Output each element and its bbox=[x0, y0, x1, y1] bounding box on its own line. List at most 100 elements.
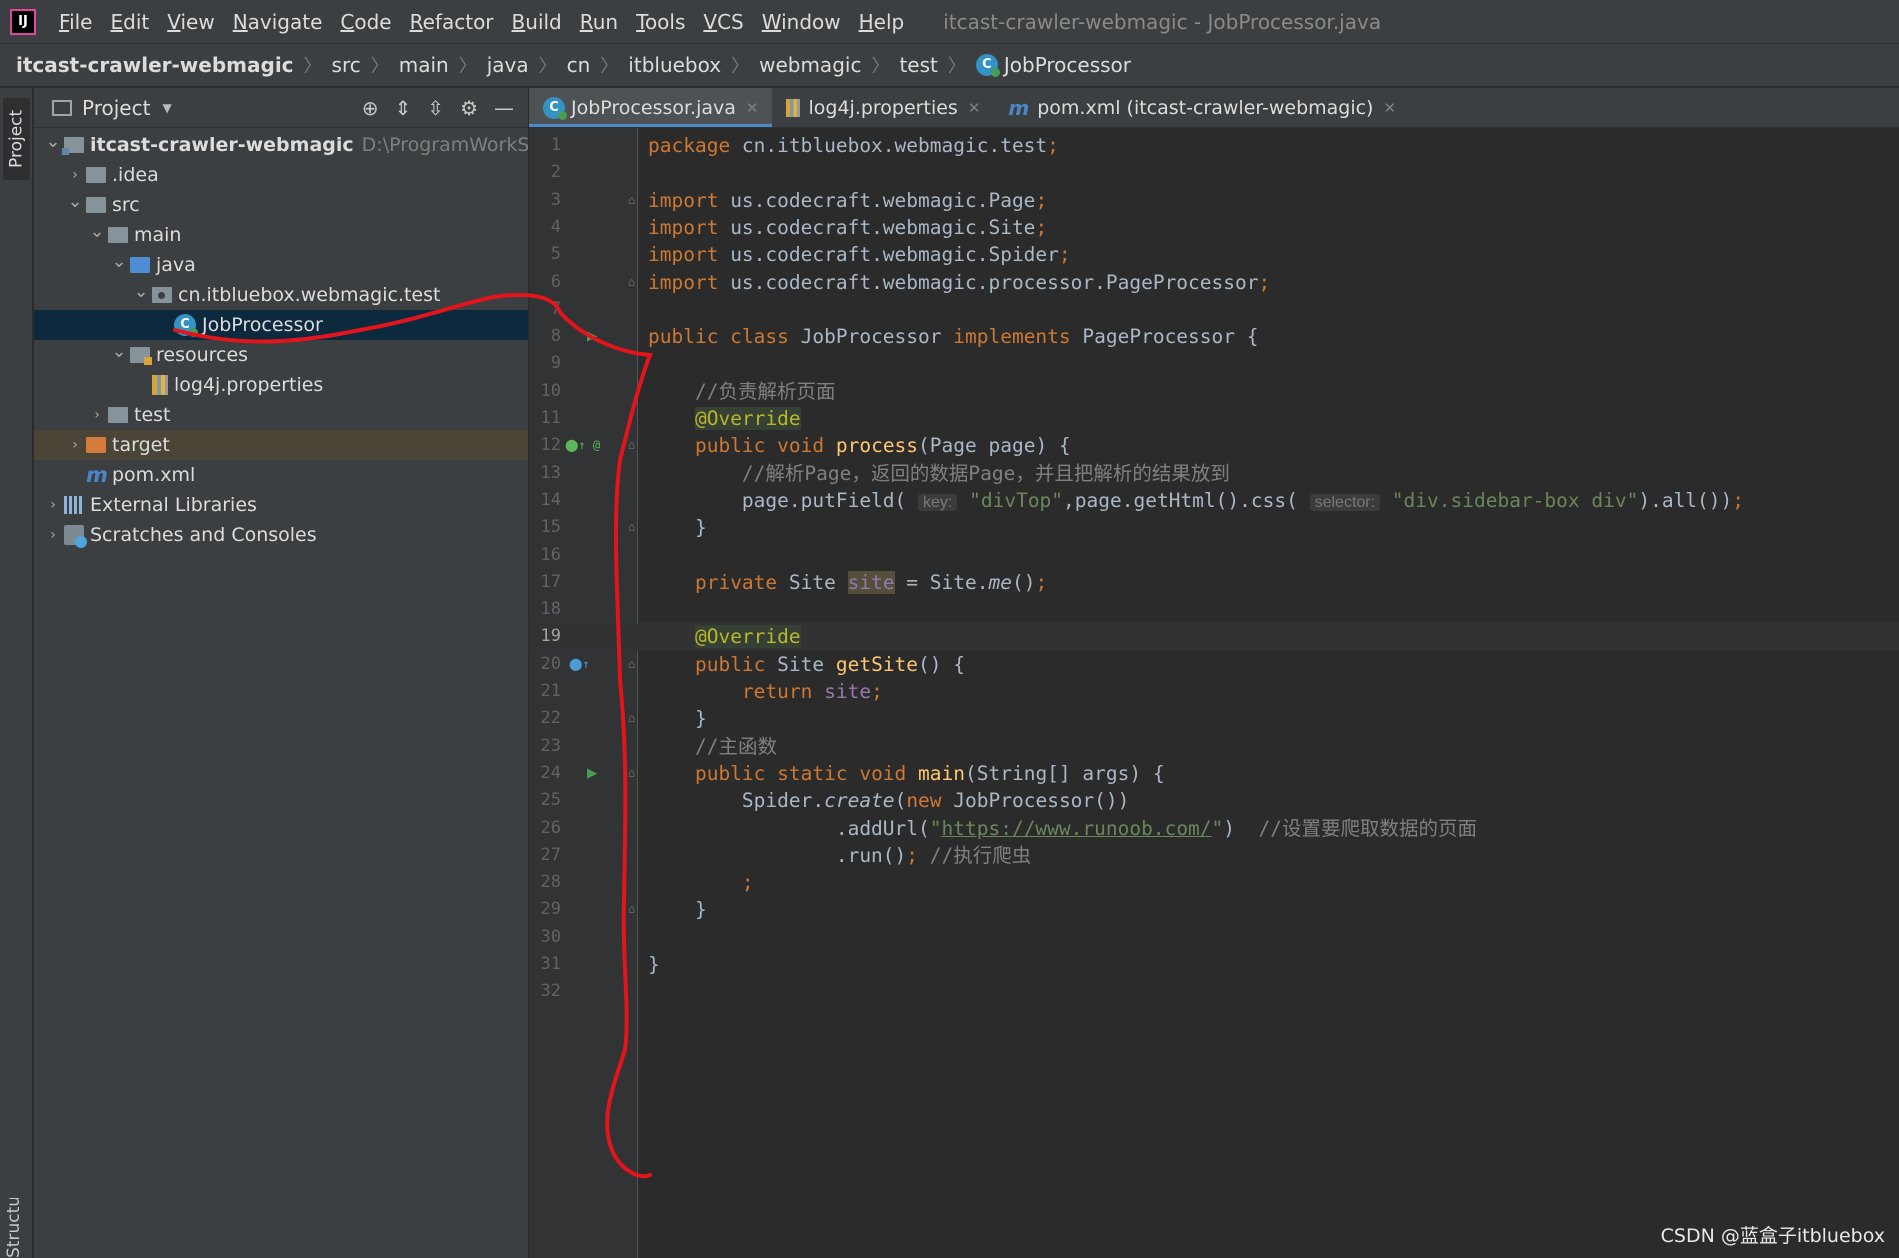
breadcrumb-item[interactable]: webmagic bbox=[759, 53, 861, 77]
structure-tool-button[interactable]: Structure bbox=[4, 1198, 24, 1258]
breadcrumb-item[interactable]: C JobProcessor bbox=[975, 53, 1131, 77]
code-text: @Override bbox=[648, 405, 801, 432]
chevron-right-icon: 〉 bbox=[947, 56, 966, 77]
chevron-down-icon[interactable]: ⌄ bbox=[108, 251, 130, 272]
code-token: (String[] args) { bbox=[965, 761, 1165, 785]
chevron-right-icon[interactable]: › bbox=[86, 407, 108, 423]
menu-item-tools[interactable]: Tools bbox=[627, 10, 694, 34]
chevron-right-icon[interactable]: › bbox=[42, 497, 64, 513]
line-number: 7 bbox=[550, 298, 561, 319]
gear-icon[interactable]: ⚙ bbox=[460, 96, 478, 120]
chevron-down-icon[interactable]: ▼ bbox=[162, 101, 171, 115]
code-token: create bbox=[824, 789, 895, 813]
menu-item-code[interactable]: Code bbox=[331, 10, 400, 34]
code-token: process bbox=[835, 434, 919, 458]
tab-pom.xml[interactable]: m pom.xml (itcast-crawler-webmagic) ✕ bbox=[994, 88, 1410, 127]
chevron-down-icon[interactable]: ⌄ bbox=[42, 131, 64, 152]
fold-icon[interactable]: ⌂ bbox=[628, 514, 635, 541]
line-number: 22 bbox=[540, 708, 561, 729]
breadcrumb-item[interactable]: main bbox=[399, 53, 449, 77]
line-number: 12 bbox=[540, 435, 561, 456]
code-token: public void bbox=[694, 434, 836, 458]
fold-icon[interactable]: ⌂ bbox=[628, 760, 635, 787]
tree-node[interactable]: › test bbox=[34, 400, 528, 430]
breadcrumb-item[interactable]: itbluebox bbox=[628, 53, 721, 77]
code-token: } bbox=[648, 898, 707, 922]
menu-item-help[interactable]: Help bbox=[850, 10, 914, 34]
chevron-down-icon[interactable]: ⌄ bbox=[64, 191, 86, 212]
tree-node[interactable]: ⌄ resources bbox=[34, 340, 528, 370]
code-editor[interactable]: 1 package cn.itbluebox.webmagic.test; 2 3 ⌂ i… bbox=[529, 128, 1899, 1258]
tree-node-label: src bbox=[112, 194, 140, 216]
close-icon[interactable]: ✕ bbox=[746, 99, 759, 117]
collapse-all-icon[interactable]: ⇳ bbox=[427, 96, 444, 120]
code-token: Site bbox=[788, 570, 848, 594]
tree-node[interactable]: ⌄ cn.itbluebox.webmagic.test bbox=[34, 280, 528, 310]
run-gutter-icon[interactable]: ▶ bbox=[587, 760, 597, 787]
tree-node[interactable]: ›CJobProcessor bbox=[34, 310, 528, 340]
tree-node[interactable]: ›mpom.xml bbox=[34, 460, 528, 490]
menu-item-refactor[interactable]: Refactor bbox=[401, 10, 503, 34]
run-gutter-icon[interactable]: ▶ bbox=[587, 323, 597, 350]
tree-node[interactable]: › .idea bbox=[34, 160, 528, 190]
left-tool-stripe bbox=[0, 88, 33, 1258]
tab-log4j.properties[interactable]: log4j.properties ✕ bbox=[772, 88, 994, 127]
chevron-right-icon[interactable]: › bbox=[64, 167, 86, 183]
tree-node[interactable]: ⌄ java bbox=[34, 250, 528, 280]
breadcrumb-item[interactable]: cn bbox=[567, 53, 591, 77]
project-tool-button[interactable]: Project bbox=[3, 98, 30, 180]
tree-node[interactable]: ›log4j.properties bbox=[34, 370, 528, 400]
breadcrumb-label: java bbox=[486, 53, 529, 77]
tab-jobprocessor.java[interactable]: C JobProcessor.java ✕ bbox=[529, 88, 773, 127]
breadcrumb-item[interactable]: itcast-crawler-webmagic bbox=[16, 53, 294, 77]
menu-item-window[interactable]: Window bbox=[753, 10, 850, 34]
breadcrumb-item[interactable]: src bbox=[332, 53, 361, 77]
fold-icon[interactable]: ⌂ bbox=[628, 269, 635, 296]
close-icon[interactable]: ✕ bbox=[1383, 99, 1396, 117]
code-text: ; bbox=[648, 869, 754, 896]
code-token: "div.sidebar-box div" bbox=[1380, 488, 1639, 512]
breadcrumb-label: src bbox=[331, 53, 361, 77]
fold-icon[interactable]: ⌂ bbox=[628, 651, 635, 678]
close-icon[interactable]: ✕ bbox=[968, 99, 981, 117]
line-number: 25 bbox=[540, 790, 561, 811]
menu-item-file[interactable]: File bbox=[50, 10, 101, 34]
code-text: .addUrl("https://www.runoob.com/") //设置要… bbox=[648, 815, 1477, 842]
line-number: 20 bbox=[540, 653, 561, 674]
override-gutter-icon[interactable]: ⬤↑ @ bbox=[565, 432, 600, 459]
menu-item-run[interactable]: Run bbox=[571, 10, 627, 34]
chevron-right-icon[interactable]: › bbox=[42, 527, 64, 543]
expand-all-icon[interactable]: ⇕ bbox=[395, 96, 412, 120]
tree-node[interactable]: › target bbox=[34, 430, 528, 460]
menu-item-view[interactable]: View bbox=[158, 10, 223, 34]
menu-item-edit[interactable]: Edit bbox=[101, 10, 158, 34]
code-text: } bbox=[648, 705, 707, 732]
hide-icon[interactable]: — bbox=[494, 96, 514, 120]
tree-node[interactable]: ⌄ src bbox=[34, 190, 528, 220]
fold-icon[interactable]: ⌂ bbox=[628, 187, 635, 214]
code-line: 20 ⬤↑ ⌂ public Site getSite() { bbox=[529, 651, 1899, 678]
code-token: new bbox=[906, 789, 954, 813]
locate-icon[interactable]: ⊕ bbox=[362, 96, 379, 120]
implements-gutter-icon[interactable]: ⬤↑ bbox=[569, 651, 590, 678]
fold-icon[interactable]: ⌂ bbox=[628, 896, 635, 923]
chevron-down-icon[interactable]: ⌄ bbox=[108, 341, 130, 362]
tree-node[interactable]: ⌄ main bbox=[34, 220, 528, 250]
project-panel-title[interactable]: Project bbox=[82, 96, 150, 120]
chevron-down-icon[interactable]: ⌄ bbox=[86, 221, 108, 242]
breadcrumb-item[interactable]: java bbox=[487, 53, 529, 77]
menu-item-build[interactable]: Build bbox=[503, 10, 571, 34]
menu-item-vcs[interactable]: VCS bbox=[694, 10, 752, 34]
fold-icon[interactable]: ⌂ bbox=[628, 705, 635, 732]
chevron-right-icon[interactable]: › bbox=[64, 437, 86, 453]
chevron-down-icon[interactable]: ⌄ bbox=[130, 281, 152, 302]
tree-node[interactable]: ⌄ itcast-crawler-webmagic D:\ProgramWorkSp… bbox=[34, 130, 528, 160]
menu-item-navigate[interactable]: Navigate bbox=[224, 10, 332, 34]
breadcrumb-item[interactable]: test bbox=[899, 53, 937, 77]
fold-icon[interactable]: ⌂ bbox=[628, 432, 635, 459]
tree-node-label: test bbox=[134, 404, 171, 426]
tree-node[interactable]: › Scratches and Consoles bbox=[34, 520, 528, 550]
tree-node[interactable]: › External Libraries bbox=[34, 490, 528, 520]
